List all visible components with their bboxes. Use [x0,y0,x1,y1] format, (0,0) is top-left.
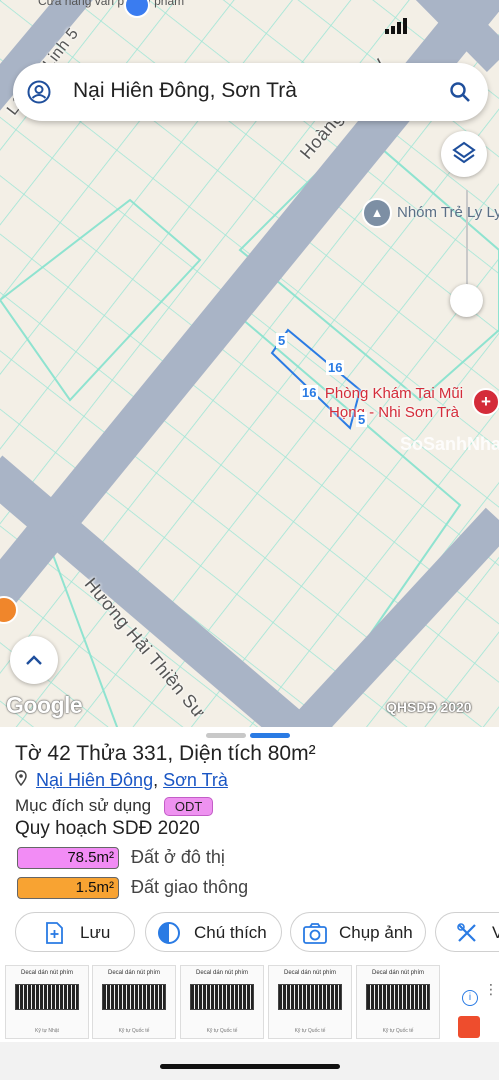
legend-label: Đất ở đô thị [131,847,225,867]
chevron-up-icon [26,655,42,665]
save-icon [46,922,63,944]
location-pin-icon [15,770,31,791]
map-view[interactable]: SoSanhNha Cửa hàng văn phòng phẩm Hoàng … [0,0,499,735]
sheet-handle[interactable] [206,733,246,738]
expand-button[interactable] [10,636,58,684]
more-button[interactable]: V [435,912,499,952]
ad-item[interactable]: Decal dán nút phím Kỹ tự Nhật [5,965,89,1039]
ad-title: Decal dán nút phím [371,970,425,976]
poi-phong-kham[interactable]: Phòng Khám Tai Mũi Họng - Nhi Sơn Trà [320,384,468,422]
capture-button[interactable]: Chụp ảnh [290,912,426,952]
ad-item[interactable]: Decal dán nút phím Kỹ tự Quốc tế [180,965,264,1039]
ad-item[interactable]: Decal dán nút phím Kỹ tự Quốc tế [356,965,440,1039]
save-label: Lưu [80,923,111,942]
parcel-title: Tờ 42 Thửa 331, Diện tích 80m² [15,742,316,765]
plan-title: Quy hoạch SDĐ 2020 [15,818,200,839]
plot-edge-label: 5 [276,333,288,348]
more-label: V [492,923,499,942]
search-bar[interactable]: Nại Hiên Đông, Sơn Trà [13,63,488,121]
legend-area: 78.5m² [17,847,119,869]
search-icon[interactable] [449,81,471,108]
school-icon[interactable]: ▲ [362,198,392,228]
ad-title: Decal dán nút phím [107,970,161,976]
status-truncated-text: Cửa hàng văn phòng phẩm [38,0,185,8]
legend-button[interactable]: Chú thích [145,912,282,952]
layer-label: QHSDĐ 2020 [386,699,472,715]
ad-subtitle: Kỹ tự Quốc tế [206,1028,238,1034]
tools-icon [457,923,476,942]
poi-nhom-tre[interactable]: Nhóm Trẻ Ly Ly [397,204,499,221]
save-button[interactable]: Lưu [15,912,135,952]
keyboard-image [102,984,166,1010]
sheet-handle-active[interactable] [250,733,290,738]
parcel-address: Nại Hiên Đông, Sơn Trà [15,770,228,791]
ad-subtitle: Kỹ tự Quốc tế [294,1028,326,1034]
keyboard-image [15,984,79,1010]
system-bar [0,1042,499,1080]
shopee-icon[interactable] [458,1016,480,1038]
ad-title: Decal dán nút phím [195,970,249,976]
ad-banner[interactable]: Decal dán nút phím Kỹ tự Nhật Decal dán n… [0,962,499,1042]
layers-button[interactable] [441,131,487,177]
legend-label: Chú thích [194,923,267,942]
ad-item[interactable]: Decal dán nút phím Kỹ tự Quốc tế [268,965,352,1039]
ad-subtitle: Kỹ tự Quốc tế [118,1028,150,1034]
camera-icon [303,923,327,944]
keyboard-image [278,984,342,1010]
account-icon[interactable] [27,80,51,109]
legend-label: Đất giao thông [131,877,249,897]
purpose-badge: ODT [163,797,214,816]
info-sheet[interactable]: Tờ 42 Thửa 331, Diện tích 80m² Nại Hiên … [0,727,499,1080]
ward-link[interactable]: Nại Hiên Đông [36,770,153,790]
ad-subtitle: Kỹ tự Quốc tế [382,1028,414,1034]
keyboard-image [190,984,254,1010]
plot-edge-label: 16 [326,360,345,375]
ad-title: Decal dán nút phím [283,970,337,976]
purpose-label: Mục đích sử dụng [15,796,152,815]
watermark: SoSanhNha [400,434,499,454]
layers-icon [452,141,476,164]
capture-label: Chụp ảnh [339,923,413,942]
ad-title: Decal dán nút phím [20,970,74,976]
home-indicator[interactable] [160,1064,340,1069]
contrast-icon [158,922,180,944]
plot-edge-label: 16 [300,385,319,400]
ad-subtitle: Kỹ tự Nhật [35,1028,59,1034]
plot-edge-label: 5 [356,412,368,427]
ad-item[interactable]: Decal dán nút phím Kỹ tự Quốc tế [92,965,176,1039]
legend-area: 1.5m² [17,877,119,899]
signal-icon [385,18,411,39]
keyboard-image [366,984,430,1010]
google-logo: Google [6,692,83,718]
search-query[interactable]: Nại Hiên Đông, Sơn Trà [73,79,297,103]
district-link[interactable]: Sơn Trà [163,770,228,790]
clinic-icon[interactable]: + [472,388,499,416]
ad-info-icon[interactable]: i [462,990,478,1006]
opacity-slider-thumb[interactable] [450,284,483,317]
purpose-row: Mục đích sử dụng ODT [15,796,214,816]
ad-menu-icon[interactable]: ⋮ [484,982,498,996]
